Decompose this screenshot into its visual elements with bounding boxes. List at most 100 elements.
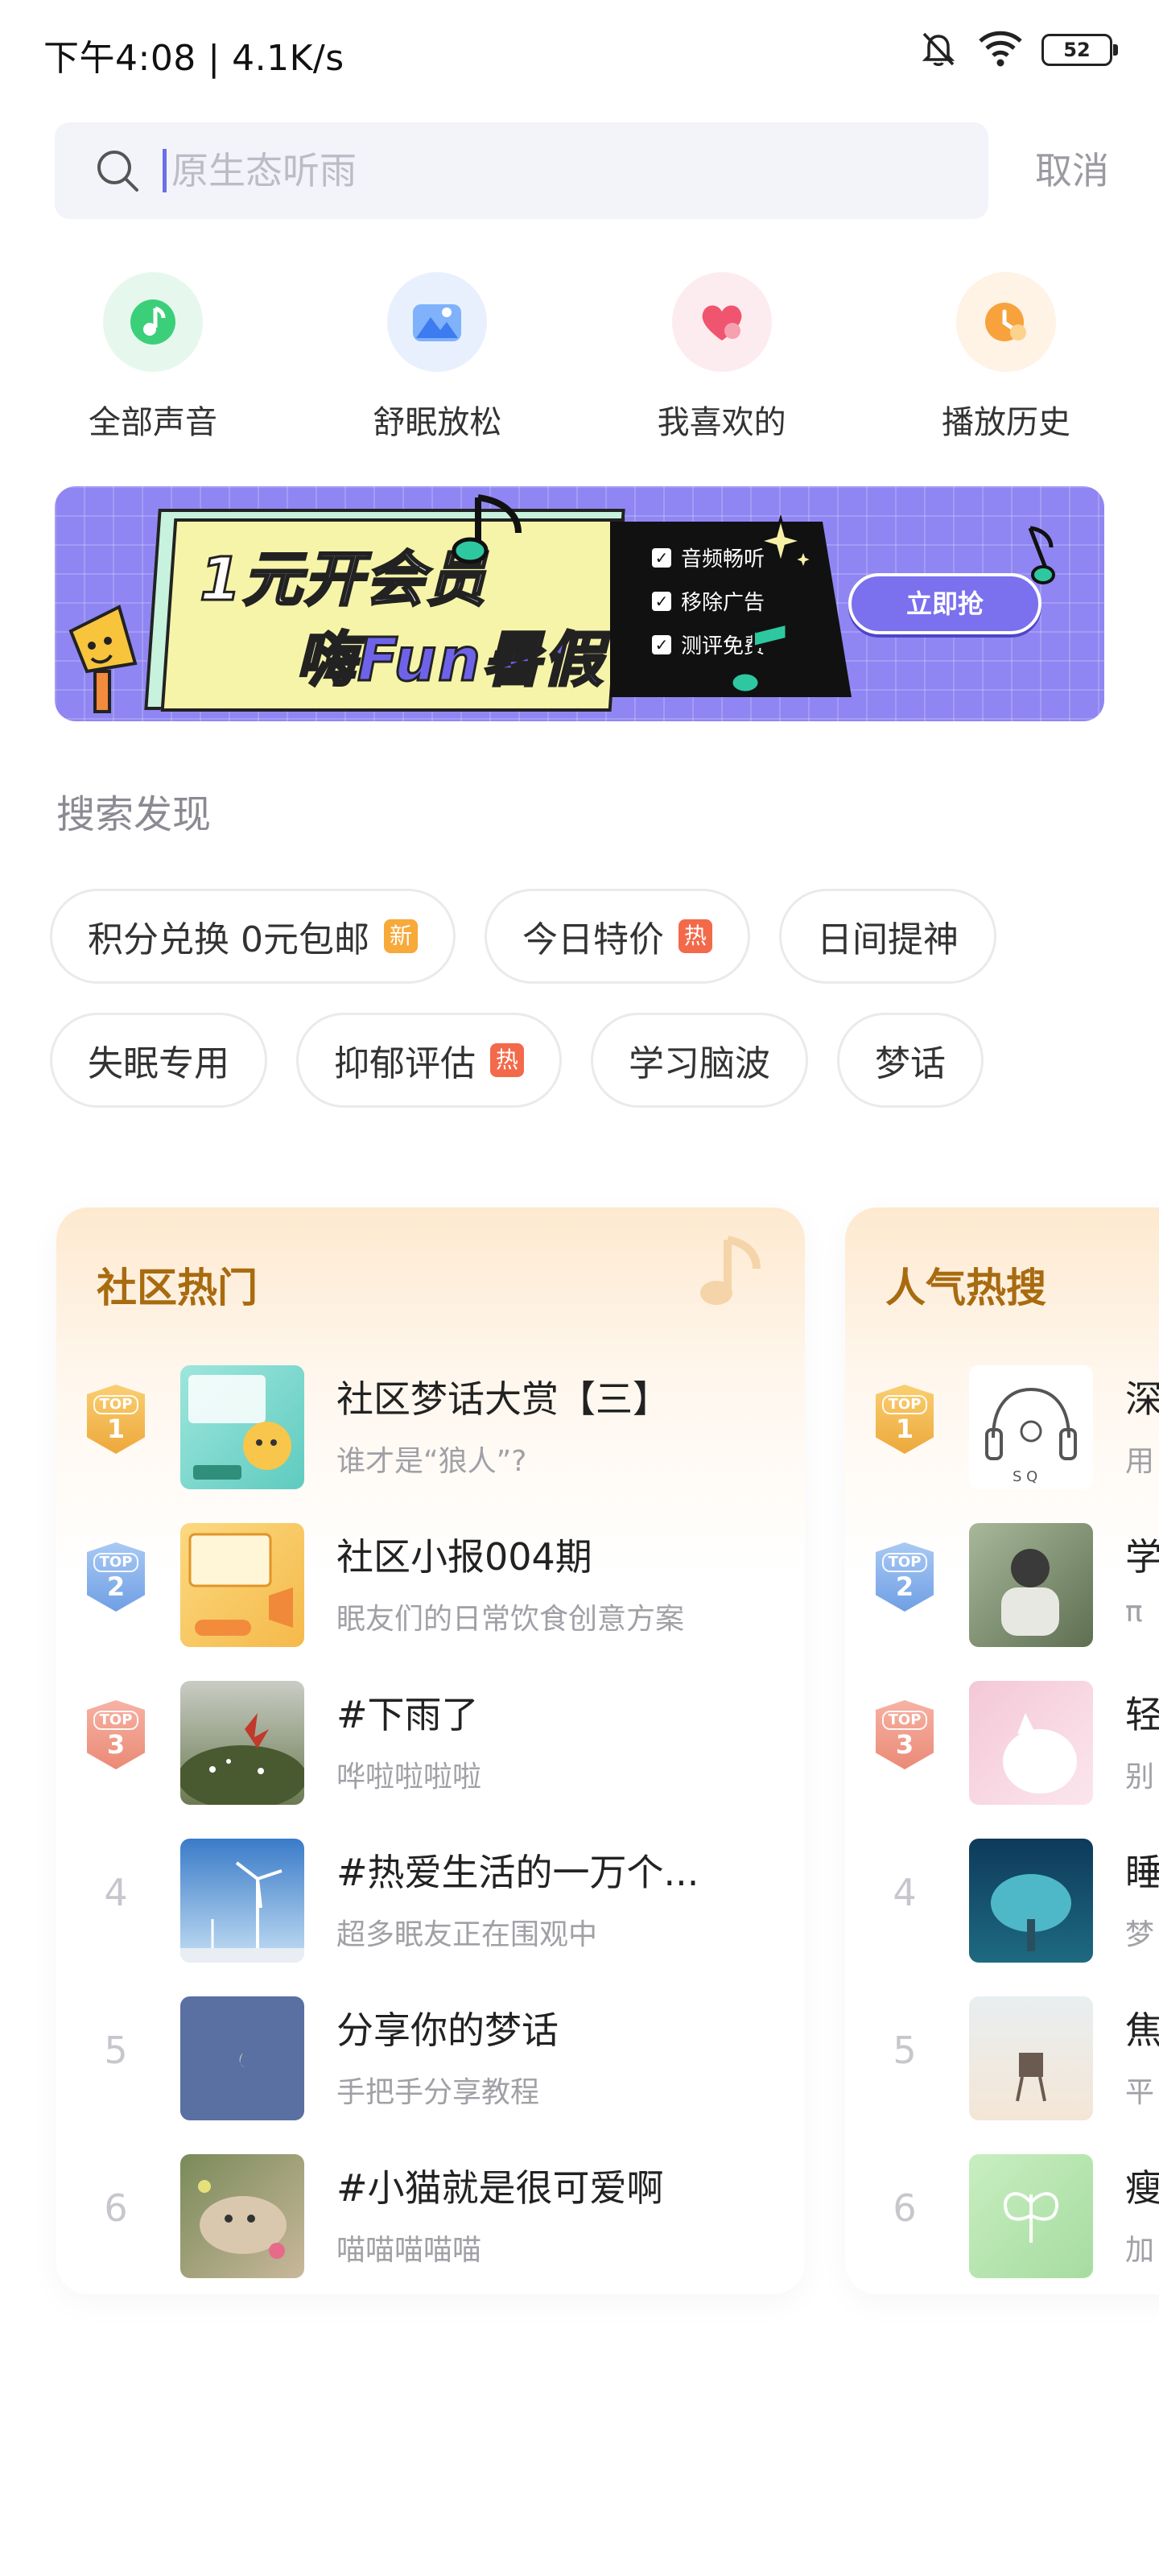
cancel-button[interactable]: 取消	[1035, 122, 1109, 219]
rank-text: #热爱生活的一万个... 超多眠友正在围观中	[336, 1843, 787, 1953]
rank-item[interactable]: TOP 3 #下雨了 哗啦啦啦啦	[56, 1663, 805, 1821]
banner-title-line2: 嗨Fun暑假	[295, 625, 604, 696]
rank-item[interactable]: 6 #小猫就是很可爱啊 喵喵喵喵喵	[56, 2136, 805, 2294]
rank-subtitle: 加	[1125, 2234, 1155, 2267]
rank-text: 焦 平	[1125, 2001, 1159, 2111]
discover-tag[interactable]: 积分兑换 0元包邮新	[50, 889, 456, 984]
search-row: 取消	[55, 122, 1109, 219]
rank-item[interactable]: 6 瘦 加	[845, 2136, 1159, 2294]
rank-subtitle: 喵喵喵喵喵	[336, 2234, 482, 2267]
discover-tag[interactable]: 今日特价热	[484, 889, 750, 984]
rank-item[interactable]: TOP 2 学 π	[845, 1505, 1159, 1663]
rank-item[interactable]: TOP 3 轻 别	[845, 1663, 1159, 1821]
quick-nav-favorites[interactable]: 我喜欢的	[617, 272, 827, 443]
check-icon: ✓	[652, 591, 671, 611]
music-note-icon	[103, 272, 203, 372]
discover-tag[interactable]: 梦话	[837, 1013, 984, 1108]
music-note-icon	[446, 489, 542, 581]
rank-number: 1	[106, 1414, 126, 1444]
top-text: TOP	[93, 1553, 139, 1572]
music-note-icon	[1011, 522, 1067, 597]
rank-text: 学 π	[1125, 1528, 1159, 1629]
top-text: TOP	[881, 1711, 928, 1730]
discover-tag[interactable]: 学习脑波	[591, 1013, 808, 1108]
search-input[interactable]	[163, 149, 887, 192]
tag-row: 积分兑换 0元包邮新 今日特价热 日间提神	[50, 889, 1112, 984]
megaphone-icon	[63, 599, 151, 721]
rank-title: 睡	[1125, 1851, 1159, 1894]
rank-title: 焦	[1125, 2008, 1159, 2052]
card-title: 人气热搜	[885, 1265, 1046, 1311]
rank-subtitle: 平	[1125, 2076, 1155, 2109]
rank-subtitle: π	[1125, 1596, 1143, 1629]
rank-badge: TOP 3	[87, 1700, 145, 1769]
rank-item[interactable]: 5 分享你的梦话 手把手分享教程	[56, 1979, 805, 2136]
rank-badge: TOP 2	[876, 1542, 934, 1612]
quick-nav-all-sounds[interactable]: 全部声音	[48, 272, 258, 443]
promo-banner[interactable]: 1元开会员 嗨Fun暑假 ✓ 音频畅听 ✓ 移除广告 ✓ 测评免费 立即抢	[55, 486, 1104, 721]
tag-row: 失眠专用 抑郁评估热 学习脑波 梦话	[50, 1013, 1112, 1108]
rank-item[interactable]: TOP 1 社区梦话大赏【三】 谁才是“狼人”?	[56, 1348, 805, 1505]
discover-tag[interactable]: 抑郁评估热	[296, 1013, 562, 1108]
top-badge: TOP 3	[876, 1700, 934, 1769]
search-discover-title: 搜索发现	[56, 792, 212, 837]
hot-badge: 热	[678, 919, 712, 953]
rank-number: 3	[106, 1729, 126, 1760]
rank-number: 5	[893, 2029, 917, 2072]
rank-title: 分享你的梦话	[336, 2008, 559, 2052]
rank-item[interactable]: TOP 1 S Q 深 用	[845, 1348, 1159, 1505]
rank-subtitle: 哗啦啦啦啦	[336, 1761, 482, 1794]
rank-text: #下雨了 哗啦啦啦啦	[336, 1686, 787, 1795]
community-hot-card: 社区热门 TOP 1 社区梦话大赏【三】 谁才是“狼人”? TOP 2 社区小报…	[56, 1208, 805, 2294]
quick-nav-history[interactable]: 播放历史	[901, 272, 1111, 443]
rank-subtitle: 手把手分享教程	[336, 2076, 540, 2109]
top-badge: TOP 1	[876, 1385, 934, 1454]
thumbnail	[180, 1365, 304, 1489]
top-text: TOP	[881, 1553, 928, 1572]
thumbnail	[969, 1996, 1093, 2120]
top-text: TOP	[93, 1395, 139, 1414]
mountain-icon	[387, 272, 488, 372]
rank-text: 社区小报004期 眠友们的日常饮食创意方案	[336, 1528, 787, 1637]
top-text: TOP	[93, 1711, 139, 1730]
banner-title-line1: 1元开会员	[199, 544, 488, 616]
rank-item[interactable]: 4 #热爱生活的一万个... 超多眠友正在围观中	[56, 1821, 805, 1979]
top-badge: TOP 2	[876, 1542, 934, 1612]
ranking-cards-scroller[interactable]: 社区热门 TOP 1 社区梦话大赏【三】 谁才是“狼人”? TOP 2 社区小报…	[0, 1175, 1159, 2334]
tag-label: 今日特价	[522, 919, 664, 960]
tag-label: 积分兑换 0元包邮	[88, 919, 369, 960]
discover-tags: 积分兑换 0元包邮新 今日特价热 日间提神 失眠专用 抑郁评估热 学习脑波 梦话	[50, 889, 1112, 1137]
rank-number: 5	[104, 2029, 128, 2072]
quick-nav-label: 舒眠放松	[373, 404, 502, 441]
thumbnail	[180, 1681, 304, 1805]
quick-nav-relax[interactable]: 舒眠放松	[332, 272, 542, 443]
search-box[interactable]	[55, 122, 988, 219]
rank-badge: TOP 1	[87, 1385, 145, 1454]
rank-item[interactable]: 4 睡 梦	[845, 1821, 1159, 1979]
rank-number: 1	[895, 1414, 914, 1444]
rank-item[interactable]: 5 焦 平	[845, 1979, 1159, 2136]
thumbnail	[180, 1839, 304, 1963]
rank-title: 深	[1125, 1377, 1159, 1421]
rank-title: 社区梦话大赏【三】	[336, 1377, 670, 1421]
rank-number: 6	[893, 2186, 917, 2230]
rank-badge: TOP 1	[876, 1385, 934, 1454]
rank-number: 4	[104, 1871, 128, 1914]
quick-nav: 全部声音 舒眠放松 我喜欢的 播放历史	[48, 272, 1111, 443]
tag-label: 梦话	[875, 1043, 946, 1084]
rank-text: 深 用	[1125, 1370, 1159, 1480]
rank-text: 社区梦话大赏【三】 谁才是“狼人”?	[336, 1370, 787, 1480]
rank-number: 2	[106, 1571, 126, 1602]
rank-title: #小猫就是很可爱啊	[336, 2166, 664, 2210]
thumbnail	[969, 1839, 1093, 1963]
clock-icon	[955, 272, 1056, 372]
battery-icon: 52	[1041, 34, 1118, 66]
rank-title: 瘦	[1125, 2166, 1159, 2210]
rank-number: 3	[895, 1729, 914, 1760]
discover-tag[interactable]: 失眠专用	[50, 1013, 267, 1108]
quick-nav-label: 我喜欢的	[657, 404, 786, 441]
discover-tag[interactable]: 日间提神	[778, 889, 996, 984]
rank-item[interactable]: TOP 2 社区小报004期 眠友们的日常饮食创意方案	[56, 1505, 805, 1663]
rank-text: #小猫就是很可爱啊 喵喵喵喵喵	[336, 2159, 787, 2268]
sparkle-icon	[755, 514, 814, 575]
